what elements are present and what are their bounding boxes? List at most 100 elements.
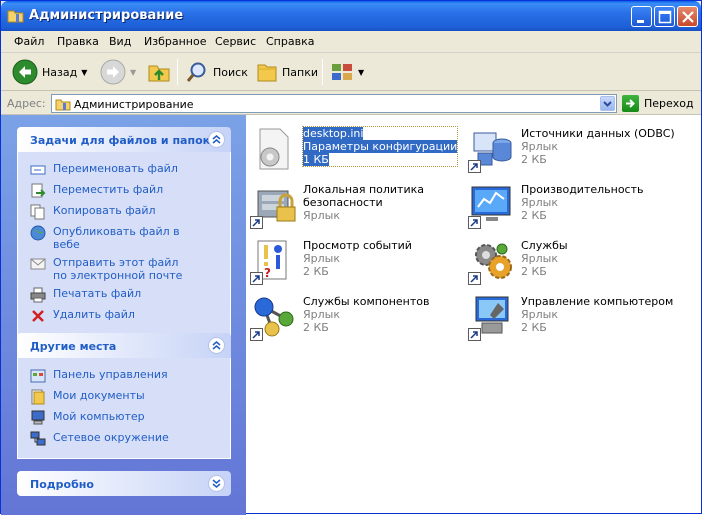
forward-button[interactable]: ▼ [100,57,136,87]
minimize-button[interactable] [631,6,652,27]
file-item[interactable]: Службы компонентов Ярлык 2 КБ [246,287,461,343]
file-item[interactable]: Производительность Ярлык 2 КБ [464,175,679,231]
file-tasks-list: Переименовать файл Переместить файл Копи… [17,152,231,336]
place-my-computer[interactable]: Мой компьютер [18,408,230,429]
shortcut-arrow-icon [468,328,481,341]
back-label: Назад [42,65,78,79]
file-item[interactable]: Управление компьютером Ярлык 2 КБ [464,287,679,343]
search-button[interactable]: Поиск [185,57,248,87]
close-button[interactable] [677,6,698,27]
place-control-panel[interactable]: Панель управления [18,366,230,387]
place-network[interactable]: Сетевое окружение [18,429,230,450]
maximize-icon [658,10,672,24]
file-size: 1 КБ [303,153,329,166]
menu-edit[interactable]: Правка [57,35,99,48]
go-label: Переход [644,97,694,110]
file-item[interactable]: Локальная политика безопасности Ярлык [246,175,461,231]
place-my-documents[interactable]: Мои документы [18,387,230,408]
file-size: 2 КБ [521,321,547,334]
back-button[interactable]: Назад ▼ [12,57,87,87]
task-copy[interactable]: Копировать файл [18,202,230,223]
menu-help[interactable]: Справка [266,35,314,48]
file-name: Источники данных (ODBC) [521,127,675,140]
copy-icon [30,204,45,220]
views-dropdown-icon[interactable]: ▼ [358,68,364,77]
expand-button[interactable] [208,475,225,492]
file-type: Ярлык [303,308,340,321]
file-type: Ярлык [303,209,340,222]
collapse-button[interactable] [208,337,225,354]
toolbar: Назад ▼ ▼ Поиск Папки ▼ [1,53,701,91]
folders-label: Папки [282,65,318,79]
task-delete[interactable]: Удалить файл [18,306,230,327]
task-email[interactable]: Отправить этот файл по электронной почте [18,254,230,285]
search-icon [186,62,206,82]
address-dropdown-button[interactable] [600,96,615,111]
maximize-button[interactable] [654,6,675,27]
file-type: Ярлык [521,308,558,321]
file-size: 2 КБ [303,265,329,278]
task-print[interactable]: Печатать файл [18,285,230,306]
file-item[interactable]: ? Просмотр событий Ярлык 2 КБ [246,231,461,287]
file-name: desktop.ini [303,127,364,140]
file-size: 2 КБ [521,265,547,278]
explorer-window: Администрирование Файл Правка Вид Избран… [0,0,702,515]
rename-icon [30,165,46,175]
file-name: Просмотр событий [303,239,412,252]
task-rename[interactable]: Переименовать файл [18,160,230,181]
file-size: 2 КБ [521,209,547,222]
task-pane: Задачи для файлов и папок Переименовать … [1,115,246,515]
go-button[interactable]: Переход [622,94,694,113]
window-title: Администрирование [29,8,184,23]
file-name-line2: безопасности [303,196,383,209]
delete-icon [32,310,44,322]
file-list-view[interactable]: desktop.ini Параметры конфигурации 1 КБ … [246,115,701,513]
toolbar-separator [322,59,323,85]
file-item[interactable]: Службы Ярлык 2 КБ [464,231,679,287]
file-type: Параметры конфигурации [303,140,458,153]
file-item[interactable]: desktop.ini Параметры конфигурации 1 КБ [246,119,461,175]
my-computer-icon [31,410,45,425]
minimize-icon [637,20,644,23]
other-places-header[interactable]: Другие места [17,333,231,358]
views-button[interactable]: ▼ [330,57,364,87]
file-item[interactable]: Источники данных (ODBC) Ярлык 2 КБ [464,119,679,175]
file-type: Ярлык [521,140,558,153]
file-name: Локальная политика [303,183,424,196]
file-type: Ярлык [521,196,558,209]
forward-arrow-icon [100,59,126,85]
menu-tools[interactable]: Сервис [215,35,256,48]
file-name: Службы [521,239,568,252]
up-button[interactable] [147,57,171,87]
forward-dropdown-icon[interactable]: ▼ [130,68,136,77]
menu-file[interactable]: Файл [14,35,44,48]
folder-up-icon [148,65,170,82]
file-tasks-header[interactable]: Задачи для файлов и папок [17,127,231,152]
file-type: Ярлык [521,252,558,265]
search-label: Поиск [213,65,248,79]
address-field[interactable]: Администрирование [51,94,617,113]
collapse-button[interactable] [208,131,225,148]
other-places-panel: Другие места Панель управления Мои докум… [17,333,231,459]
file-tasks-panel: Задачи для файлов и папок Переименовать … [17,127,231,336]
chevron-down-icon [212,479,221,488]
task-publish[interactable]: Опубликовать файл в вебе [18,223,230,254]
shortcut-arrow-icon [468,272,481,285]
folders-button[interactable]: Папки [254,57,318,87]
printer-icon [30,287,46,303]
menu-view[interactable]: Вид [109,35,131,48]
details-header[interactable]: Подробно [17,471,231,496]
address-value: Администрирование [74,98,194,111]
email-icon [30,258,46,270]
title-bar[interactable]: Администрирование [1,1,701,31]
address-bar: Адрес: Администрирование Переход [1,91,701,115]
file-name: Службы компонентов [303,295,430,308]
panel-title: Задачи для файлов и папок [30,134,211,147]
back-dropdown-icon[interactable]: ▼ [81,68,87,77]
file-type: Ярлык [303,252,340,265]
chevron-up-icon [212,341,221,350]
toolbar-separator [177,59,178,85]
menu-favorites[interactable]: Избранное [144,35,206,48]
views-icon [332,64,352,80]
task-move[interactable]: Переместить файл [18,181,230,202]
